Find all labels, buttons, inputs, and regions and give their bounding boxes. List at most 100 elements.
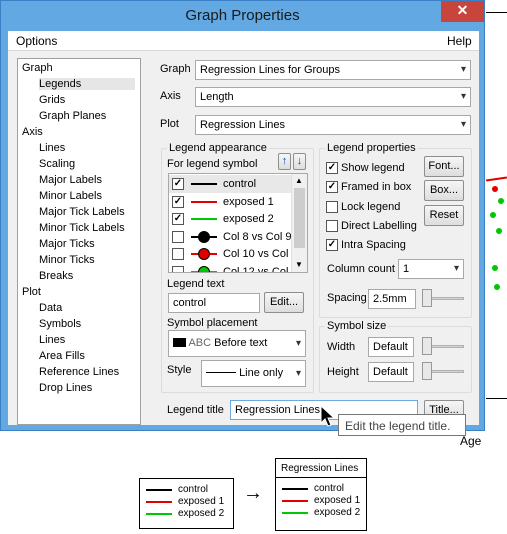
graph-point <box>492 186 498 192</box>
legend-symbol-row[interactable]: Col 8 vs Col 9 <box>169 228 291 246</box>
close-button[interactable]: ✕ <box>441 1 484 22</box>
tree-item[interactable]: Minor Tick Labels <box>39 222 125 234</box>
box-button[interactable]: Box... <box>424 180 464 201</box>
graph-point <box>498 198 504 204</box>
move-down-button[interactable]: ↓ <box>293 153 306 170</box>
tree-item[interactable]: Scaling <box>39 158 75 170</box>
tree-item[interactable]: Minor Ticks <box>39 254 95 266</box>
font-button[interactable]: Font... <box>424 156 464 177</box>
legend-symbol-checkbox[interactable] <box>172 248 184 260</box>
direct-labelling-label: Direct Labelling <box>341 220 417 232</box>
legend-example-label: control <box>314 483 345 494</box>
legend-symbol-checkbox[interactable] <box>172 265 184 272</box>
legend-example-after: Regression Lines control exposed 1 exposed… <box>275 458 367 531</box>
plot-selector-label: Plot <box>160 118 179 130</box>
lock-legend-checkbox[interactable] <box>326 201 338 213</box>
legend-text-input[interactable]: control <box>168 293 260 313</box>
symbol-placement-select[interactable]: ABC Before text ▾ <box>168 330 306 357</box>
intra-spacing-checkbox[interactable]: ✓ <box>326 239 338 251</box>
width-slider-thumb[interactable] <box>422 337 432 355</box>
tree-item[interactable]: Breaks <box>39 270 73 282</box>
graph-selector-label: Graph <box>160 63 191 75</box>
scroll-thumb[interactable] <box>294 188 305 248</box>
legend-symbol-checkbox[interactable]: ✓ <box>172 178 184 190</box>
width-input[interactable]: Default <box>368 337 414 357</box>
legend-example-line <box>146 489 172 491</box>
legend-symbol-row[interactable]: Col 12 vs Col <box>169 263 291 272</box>
spacing-slider-thumb[interactable] <box>422 289 432 307</box>
show-legend-checkbox[interactable]: ✓ <box>326 162 338 174</box>
spacing-input[interactable]: 2.5mm <box>368 289 416 309</box>
legend-symbol-row[interactable]: ✓ exposed 2 <box>169 210 291 228</box>
legend-example-label: exposed 1 <box>178 496 225 507</box>
symbol-placement-label: Symbol placement <box>167 317 258 329</box>
tooltip: Edit the legend title. <box>338 414 466 436</box>
legend-example-label: control <box>178 484 209 495</box>
legend-symbol-row[interactable]: ✓ exposed 1 <box>169 193 291 211</box>
framed-checkbox[interactable]: ✓ <box>326 181 338 193</box>
tree-item[interactable]: Major Labels <box>39 174 102 186</box>
tree-item[interactable]: Legends <box>39 78 135 90</box>
direct-labelling-checkbox[interactable] <box>326 220 338 232</box>
height-label: Height <box>327 366 359 378</box>
tree-item[interactable]: Major Ticks <box>39 238 95 250</box>
legend-symbol-marker <box>198 265 210 272</box>
tree-item[interactable]: Graph <box>22 62 53 74</box>
menu-help[interactable]: Help <box>447 34 472 48</box>
tree-item[interactable]: Area Fills <box>39 350 85 362</box>
tree-item[interactable]: Grids <box>39 94 65 106</box>
axis-select[interactable]: Length ▾ <box>195 87 471 107</box>
legend-symbol-checkbox[interactable] <box>172 230 184 243</box>
legend-symbol-checkbox[interactable]: ✓ <box>172 213 184 225</box>
tree-item[interactable]: Reference Lines <box>39 366 119 378</box>
chevron-down-icon: ▾ <box>295 368 301 379</box>
menu-options[interactable]: Options <box>16 34 57 48</box>
legend-symbol-line <box>191 218 217 220</box>
reset-button[interactable]: Reset <box>424 205 464 226</box>
plot-select[interactable]: Regression Lines ▾ <box>195 115 471 135</box>
title-bar[interactable]: Graph Properties ✕ <box>1 1 484 31</box>
edit-button[interactable]: Edit... <box>264 292 304 313</box>
tree-item[interactable]: Lines <box>39 142 65 154</box>
move-up-button[interactable]: ↑ <box>278 153 291 170</box>
graph-point <box>490 212 496 218</box>
tree-item[interactable]: Graph Planes <box>39 110 106 122</box>
show-legend-label: Show legend <box>341 162 405 174</box>
tree-item[interactable]: Data <box>39 302 62 314</box>
height-slider-thumb[interactable] <box>422 362 432 380</box>
tree-item[interactable]: Lines <box>39 334 65 346</box>
style-select[interactable]: Line only ▾ <box>201 360 306 387</box>
legend-title-divider <box>276 477 366 478</box>
graph-point <box>494 284 500 290</box>
column-count-select[interactable]: 1 ▾ <box>398 259 464 279</box>
tree-item[interactable]: Minor Labels <box>39 190 102 202</box>
height-input[interactable]: Default <box>368 362 414 382</box>
legend-symbol-list[interactable]: ▲ ▼ ✓ control ✓ exposed 1 ✓ exposed 2 Col 8 vs… <box>168 173 308 273</box>
legend-symbol-row[interactable]: Col 10 vs Col <box>169 245 291 263</box>
tree-item[interactable]: Major Tick Labels <box>39 206 125 218</box>
legend-symbol-marker <box>198 248 210 260</box>
legend-example-line <box>282 500 308 502</box>
graph-point <box>496 228 502 234</box>
legend-appearance-title: Legend appearance <box>167 142 269 154</box>
legend-symbol-marker <box>198 230 210 243</box>
settings-tree[interactable]: Graph Legends Grids Graph Planes Axis Lines Sc… <box>17 58 141 425</box>
legend-example-label: exposed 1 <box>314 495 361 506</box>
tree-item[interactable]: Plot <box>22 286 41 298</box>
legend-symbol-row[interactable]: ✓ control <box>169 175 291 193</box>
width-label: Width <box>327 341 356 353</box>
legend-symbol-checkbox[interactable]: ✓ <box>172 195 184 208</box>
plot-select-value: Regression Lines <box>200 119 285 131</box>
legend-example-after-items: control exposed 1 exposed 2 <box>276 480 366 530</box>
legend-example-line <box>146 501 172 503</box>
graph-select[interactable]: Regression Lines for Groups ▾ <box>195 60 471 80</box>
legend-example-label: exposed 2 <box>314 507 361 518</box>
placement-value: Before text <box>214 337 268 349</box>
tree-item[interactable]: Axis <box>22 126 43 138</box>
scroll-down-icon: ▼ <box>295 260 303 269</box>
tree-item[interactable]: Drop Lines <box>39 382 92 394</box>
spacing-label: Spacing <box>327 292 367 304</box>
list-scrollbar[interactable]: ▲ ▼ <box>291 174 307 272</box>
tree-item[interactable]: Symbols <box>39 318 81 330</box>
chevron-down-icon: ▾ <box>460 119 466 130</box>
